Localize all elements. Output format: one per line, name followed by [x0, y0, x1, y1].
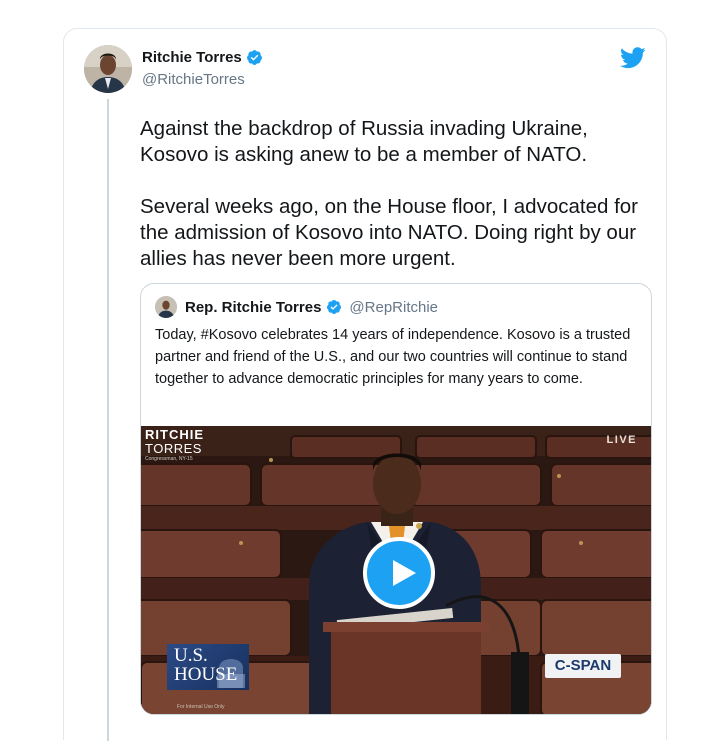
internal-use-note: For Internal Use Only [177, 704, 225, 710]
lower-third-line2: TORRES [145, 441, 202, 456]
video-player[interactable]: RITCHIE TORRES Congressman, NY-15 LIVE U… [141, 426, 651, 714]
twitter-bird-icon[interactable] [620, 47, 646, 69]
verified-badge-icon [327, 300, 342, 314]
author-name[interactable]: Ritchie Torres [142, 49, 242, 66]
quoted-tweet-text: Today, #Kosovo celebrates 14 years of in… [155, 327, 631, 387]
lower-third-caption: RITCHIE TORRES Congressman, NY-15 [145, 428, 204, 463]
us-house-logo: U.S. HOUSE [167, 644, 249, 690]
house-logo-line2: HOUSE [174, 664, 238, 685]
house-logo-line1: U.S. [174, 645, 208, 666]
author-handle[interactable]: @RitchieTorres [142, 71, 245, 88]
quoted-author-row: Rep. Ritchie Torres @RepRitchie [155, 296, 438, 318]
play-icon [393, 560, 416, 586]
quoted-tweet[interactable]: Rep. Ritchie Torres @RepRitchie Today, #… [140, 283, 652, 715]
play-button[interactable] [363, 537, 435, 609]
tweet-card[interactable]: Ritchie Torres @RitchieTorres Against th… [63, 28, 667, 741]
live-label: LIVE [606, 434, 637, 446]
tweet-text: Against the backdrop of Russia invading … [140, 117, 638, 270]
author-row: Ritchie Torres [142, 49, 263, 66]
lower-third-line3: Congressman, NY-15 [145, 456, 193, 462]
quoted-author-handle: @RepRitchie [349, 298, 439, 316]
cspan-logo: C-SPAN [545, 654, 621, 678]
quoted-avatar [155, 296, 177, 318]
lower-third-line1: RITCHIE [145, 427, 204, 442]
thread-line [107, 99, 109, 741]
avatar[interactable] [84, 45, 132, 93]
verified-badge-icon [246, 50, 262, 65]
quoted-author-name: Rep. Ritchie Torres [185, 298, 322, 316]
